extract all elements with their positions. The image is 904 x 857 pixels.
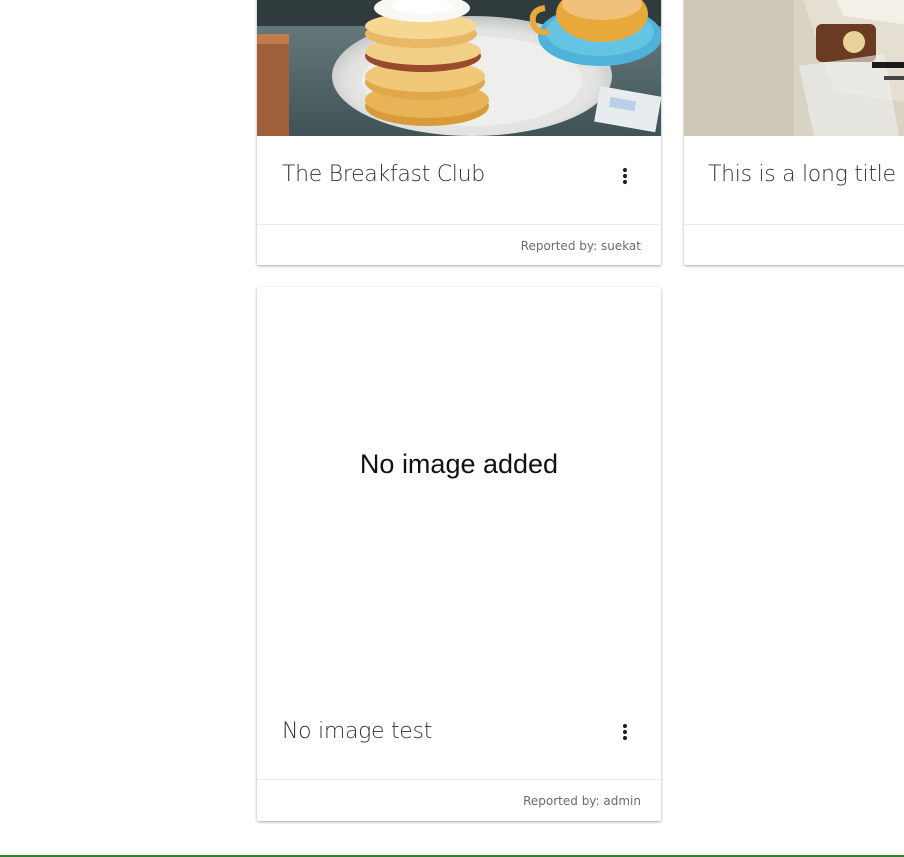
reported-by: Reported by: suekat <box>520 239 641 253</box>
report-card[interactable]: This is a long title as <box>684 0 904 265</box>
report-photo[interactable] <box>684 0 904 136</box>
report-grid: The Breakfast Club Reported by: suekat T… <box>0 0 904 857</box>
report-card[interactable]: The Breakfast Club Reported by: suekat <box>257 0 661 265</box>
report-photo[interactable] <box>257 0 661 136</box>
card-menu-button[interactable] <box>613 164 637 188</box>
no-image-placeholder: No image added <box>359 449 559 479</box>
more-vert-icon <box>622 167 628 185</box>
reported-by: Reported by: admin <box>523 794 641 808</box>
card-divider <box>257 224 661 225</box>
card-title: No image test <box>282 719 433 744</box>
card-title: The Breakfast Club <box>282 162 485 187</box>
card-title: This is a long title as <box>708 162 904 187</box>
card-divider <box>257 779 661 780</box>
card-menu-button[interactable] <box>613 720 637 744</box>
more-vert-icon <box>622 723 628 741</box>
report-card[interactable]: No image added No image test Reported by… <box>257 287 661 821</box>
card-divider <box>684 224 904 225</box>
